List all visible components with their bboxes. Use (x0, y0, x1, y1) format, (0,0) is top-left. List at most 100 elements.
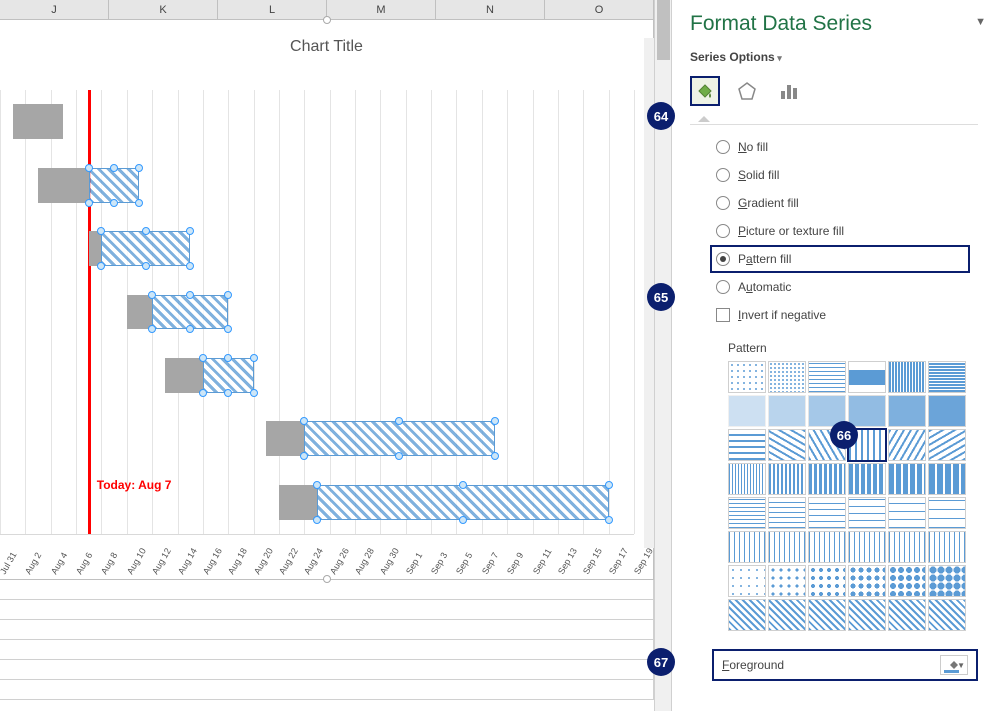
pattern-swatch[interactable] (928, 463, 966, 495)
pattern-swatch[interactable] (888, 429, 926, 461)
gantt-bar-complete[interactable] (165, 358, 203, 393)
selection-handle[interactable] (186, 325, 194, 333)
invert-if-negative-checkbox[interactable]: Invert if negative (716, 301, 978, 329)
chart-plot-area[interactable]: Today: Aug 7 (0, 90, 634, 534)
selection-handle[interactable] (85, 199, 93, 207)
col-header[interactable]: O (545, 0, 654, 19)
selection-handle[interactable] (224, 325, 232, 333)
gantt-bar-remaining[interactable] (101, 231, 190, 266)
pattern-swatch[interactable] (848, 531, 886, 563)
foreground-color-row[interactable]: Foreground ▼ (712, 649, 978, 681)
no-fill-radio[interactable]: No fill (716, 133, 978, 161)
pattern-swatch[interactable] (768, 395, 806, 427)
pattern-swatch[interactable] (928, 395, 966, 427)
selection-handle[interactable] (250, 389, 258, 397)
col-header[interactable]: K (109, 0, 218, 19)
gantt-bar-remaining[interactable] (152, 295, 228, 330)
chevron-down-icon[interactable]: ▼ (957, 661, 965, 670)
pattern-swatch[interactable] (848, 395, 886, 427)
col-header[interactable]: N (436, 0, 545, 19)
pattern-swatch[interactable] (888, 463, 926, 495)
pattern-swatch[interactable] (728, 599, 766, 631)
pattern-swatch[interactable] (888, 599, 926, 631)
pattern-swatch[interactable] (928, 599, 966, 631)
pattern-swatch[interactable] (768, 361, 806, 393)
grid-row[interactable] (0, 640, 654, 660)
gantt-bar-complete[interactable] (127, 295, 152, 330)
selection-handle[interactable] (491, 417, 499, 425)
grid-row[interactable] (0, 600, 654, 620)
pattern-swatch[interactable] (928, 565, 966, 597)
pattern-swatch[interactable] (888, 395, 926, 427)
chart-title[interactable]: Chart Title (0, 20, 653, 68)
pattern-swatch[interactable] (888, 531, 926, 563)
col-header[interactable]: M (327, 0, 436, 19)
pattern-swatch[interactable] (888, 497, 926, 529)
selection-handle[interactable] (148, 325, 156, 333)
series-options-dropdown[interactable]: Series Options (672, 40, 996, 72)
pattern-swatch[interactable] (848, 565, 886, 597)
grid-row[interactable] (0, 580, 654, 600)
selection-handle[interactable] (605, 481, 613, 489)
effects-tab[interactable] (732, 76, 762, 106)
pattern-swatch[interactable] (728, 429, 766, 461)
scrollbar-thumb[interactable] (657, 0, 670, 60)
grid-row[interactable] (0, 680, 654, 700)
pattern-swatch[interactable] (808, 565, 846, 597)
pattern-swatch[interactable] (808, 361, 846, 393)
selection-handle[interactable] (459, 481, 467, 489)
pattern-fill-radio[interactable]: Pattern fill (710, 245, 970, 273)
pattern-swatch[interactable] (768, 531, 806, 563)
selection-handle[interactable] (97, 262, 105, 270)
selection-handle[interactable] (491, 452, 499, 460)
pattern-swatch[interactable] (848, 463, 886, 495)
gantt-bar-complete[interactable] (13, 104, 64, 139)
selection-handle[interactable] (186, 262, 194, 270)
grid-row[interactable] (0, 660, 654, 680)
pattern-swatch[interactable] (768, 565, 806, 597)
pattern-swatch[interactable] (728, 565, 766, 597)
pattern-swatch[interactable] (728, 361, 766, 393)
pattern-swatch[interactable] (768, 497, 806, 529)
series-options-tab[interactable] (774, 76, 804, 106)
selection-handle[interactable] (135, 164, 143, 172)
selection-handle[interactable] (199, 354, 207, 362)
pattern-swatch[interactable] (728, 463, 766, 495)
gantt-bar-complete[interactable] (266, 421, 304, 456)
col-header[interactable]: J (0, 0, 109, 19)
selection-handle[interactable] (186, 227, 194, 235)
selection-handle[interactable] (199, 389, 207, 397)
pattern-swatch[interactable] (848, 497, 886, 529)
solid-fill-radio[interactable]: Solid fill (716, 161, 978, 189)
picture-fill-radio[interactable]: Picture or texture fill (716, 217, 978, 245)
pattern-swatch[interactable] (808, 599, 846, 631)
grid-row[interactable] (0, 620, 654, 640)
automatic-radio[interactable]: Automatic (716, 273, 978, 301)
selection-handle[interactable] (224, 389, 232, 397)
gantt-bar-complete[interactable] (279, 485, 317, 520)
pattern-swatch[interactable] (728, 531, 766, 563)
selection-handle[interactable] (313, 516, 321, 524)
fill-line-tab[interactable] (690, 76, 720, 106)
pattern-swatch[interactable] (768, 429, 806, 461)
pane-menu-icon[interactable]: ▼ (975, 16, 986, 28)
gradient-fill-radio[interactable]: Gradient fill (716, 189, 978, 217)
chart-object[interactable]: Chart Title Today: Aug 7 Jul 31Aug 2Aug … (0, 20, 654, 580)
selection-handle[interactable] (250, 354, 258, 362)
selection-handle[interactable] (605, 516, 613, 524)
pattern-swatch[interactable] (768, 463, 806, 495)
pattern-swatch[interactable] (888, 565, 926, 597)
foreground-color-button[interactable]: ▼ (940, 655, 968, 675)
gantt-bar-complete[interactable] (38, 168, 89, 203)
selection-handle[interactable] (110, 164, 118, 172)
chart-x-axis[interactable]: Jul 31Aug 2Aug 4Aug 6Aug 8Aug 10Aug 12Au… (0, 534, 634, 576)
selection-handle[interactable] (142, 262, 150, 270)
pattern-swatch[interactable] (888, 361, 926, 393)
pattern-swatch[interactable] (808, 463, 846, 495)
pattern-swatch[interactable] (808, 531, 846, 563)
selection-handle[interactable] (186, 291, 194, 299)
pattern-swatch[interactable] (928, 497, 966, 529)
gantt-bar-remaining[interactable] (317, 485, 609, 520)
gantt-bar-remaining[interactable] (89, 168, 140, 203)
pattern-swatch[interactable] (848, 599, 886, 631)
